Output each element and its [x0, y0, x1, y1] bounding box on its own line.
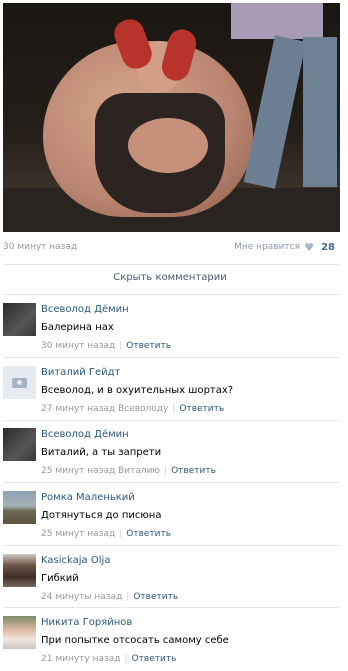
divider	[3, 264, 340, 265]
separator: |	[124, 654, 128, 664]
avatar[interactable]	[3, 616, 36, 649]
comment-meta: 25 минут назад Виталию | Ответить	[41, 466, 216, 476]
divider	[3, 482, 340, 483]
reply-link[interactable]: Ответить	[179, 404, 224, 414]
like-label[interactable]: Мне нравится	[234, 242, 300, 252]
comment-text: Балерина нах	[41, 322, 114, 333]
comment-text: Всеволод, и в охуительных шортах?	[41, 385, 234, 396]
reply-link[interactable]: Ответить	[126, 529, 171, 539]
comment-time[interactable]: 30 минут назад	[41, 341, 115, 351]
post-meta: 30 минут назад Мне нравится ♥ 28	[3, 241, 340, 255]
avatar[interactable]	[3, 366, 36, 399]
avatar[interactable]	[3, 491, 36, 524]
separator: |	[119, 341, 123, 351]
comment-time[interactable]: 27 минут назад Всеволоду	[41, 404, 168, 414]
camera-lens-icon	[16, 379, 23, 386]
avatar[interactable]	[3, 303, 36, 336]
heart-icon[interactable]: ♥	[304, 241, 314, 254]
avatar[interactable]	[3, 428, 36, 461]
separator: |	[172, 404, 176, 414]
separator: |	[164, 466, 168, 476]
comment-time[interactable]: 24 минуты назад	[41, 592, 122, 602]
comment-author[interactable]: Виталий Гейдт	[41, 367, 120, 378]
comment-author[interactable]: Всеволод Дёмин	[41, 304, 129, 315]
comment-item: Всеволод Дёмин Балерина нах 30 минут наз…	[3, 296, 340, 358]
comment-item: Виталий Гейдт Всеволод, и в охуительных …	[3, 359, 340, 421]
reply-link[interactable]: Ответить	[133, 592, 178, 602]
comment-author[interactable]: Kasickaja Olja	[41, 555, 110, 566]
comment-item: Kasickaja Olja Гибкий 24 минуты назад | От…	[3, 547, 340, 609]
post-time[interactable]: 30 минут назад	[3, 242, 77, 252]
comment-time[interactable]: 25 минут назад	[41, 529, 115, 539]
comment-meta: 21 минуту назад | Ответить	[41, 654, 176, 664]
comment-author[interactable]: Никита Горяйнов	[41, 617, 132, 628]
standing-man-shirt	[231, 3, 323, 39]
divider	[3, 607, 340, 608]
performer-belly	[128, 118, 208, 173]
like-count[interactable]: 28	[321, 242, 335, 253]
post-photo[interactable]	[3, 3, 340, 232]
hide-comments-link[interactable]: Скрыть комментарии	[0, 272, 340, 283]
comment-text: При попытке отсосать самому себе	[41, 635, 229, 646]
comment-text: Виталий, а ты запрети	[41, 447, 162, 458]
reply-link[interactable]: Ответить	[126, 341, 171, 351]
separator: |	[119, 529, 123, 539]
comment-author[interactable]: Всеволод Дёмин	[41, 429, 129, 440]
comment-meta: 25 минут назад | Ответить	[41, 529, 171, 539]
reply-link[interactable]: Ответить	[132, 654, 177, 664]
comment-time[interactable]: 25 минут назад Виталию	[41, 466, 160, 476]
separator: |	[126, 592, 130, 602]
divider	[3, 294, 340, 295]
comment-item: Ромка Маленький Дотянуться до писюна 25 …	[3, 484, 340, 546]
comment-item: Всеволод Дёмин Виталий, а ты запрети 25 …	[3, 421, 340, 483]
comment-meta: 24 минуты назад | Ответить	[41, 592, 178, 602]
comment-meta: 27 минут назад Всеволоду | Ответить	[41, 404, 224, 414]
comment-text: Дотянуться до писюна	[41, 510, 162, 521]
reply-link[interactable]: Ответить	[171, 466, 216, 476]
comment-text: Гибкий	[41, 573, 79, 584]
divider	[3, 545, 340, 546]
divider	[3, 357, 340, 358]
standing-man-leg-right	[303, 37, 337, 187]
avatar[interactable]	[3, 554, 36, 587]
comment-meta: 30 минут назад | Ответить	[41, 341, 171, 351]
comment-item: Никита Горяйнов При попытке отсосать сам…	[3, 609, 340, 671]
standing-man-leg-left	[243, 35, 307, 189]
comment-time[interactable]: 21 минуту назад	[41, 654, 121, 664]
comment-author[interactable]: Ромка Маленький	[41, 492, 135, 503]
